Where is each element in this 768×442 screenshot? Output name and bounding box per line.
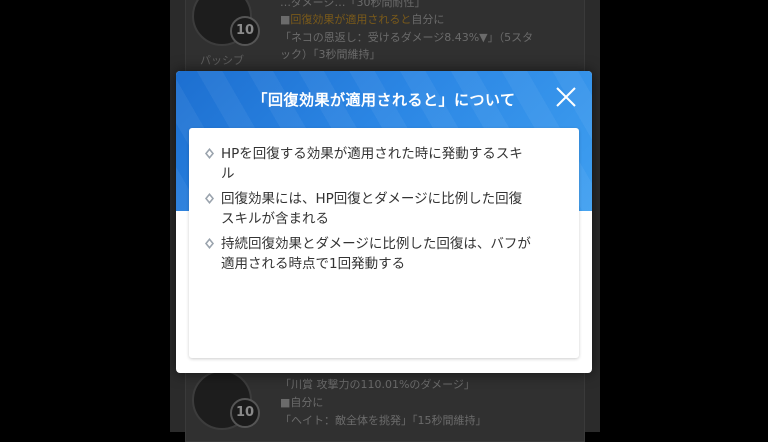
bg-text-line: 「川賞 攻撃力の110.01%のダメージ」: [280, 378, 475, 391]
level-badge-bottom: 10: [230, 398, 260, 428]
info-modal: 「回復効果が適用されると」について HPを回復する効果が適用された時に発動するス…: [176, 71, 592, 373]
list-item-line: HPを回復する効果が適用された時に発動するスキ: [221, 146, 523, 162]
list-item-line: スキルが含まれる: [221, 211, 329, 227]
list-item-line: 適用される時点で1回発動する: [221, 256, 406, 272]
passive-label: パッシブ: [200, 54, 244, 67]
list-item-line: 回復効果には、HP回復とダメージに比例した回復: [221, 191, 523, 207]
bg-text-line: …ダメージ…「30秒間耐性」: [280, 0, 426, 9]
modal-body: HPを回復する効果が適用された時に発動するスキ ル 回復効果には、HP回復とダメ…: [189, 128, 579, 358]
bg-text-line: ■回復効果が適用されると自分に: [280, 13, 445, 26]
bg-text-line: 「ヘイト：敵全体を挑発」「15秒間維持」: [280, 414, 487, 427]
diamond-bullet-icon: [205, 148, 214, 159]
close-icon: [556, 87, 576, 107]
list-item: HPを回復する効果が適用された時に発動するスキ ル: [205, 144, 563, 184]
bg-text-line: ■自分に: [280, 396, 324, 409]
list-item-line: 持続回復効果とダメージに比例した回復は、バフが: [221, 236, 531, 252]
diamond-bullet-icon: [205, 193, 214, 204]
close-button[interactable]: [554, 85, 578, 109]
description-list: HPを回復する効果が適用された時に発動するスキ ル 回復効果には、HP回復とダメ…: [189, 128, 579, 274]
modal-title: 「回復効果が適用されると」について: [252, 91, 516, 109]
bg-text-line: ック）「3秒間維持」: [280, 48, 381, 61]
list-item: 持続回復効果とダメージに比例した回復は、バフが 適用される時点で1回発動する: [205, 234, 563, 274]
list-item: 回復効果には、HP回復とダメージに比例した回復 スキルが含まれる: [205, 189, 563, 229]
level-badge-top: 10: [230, 16, 260, 46]
list-item-line: ル: [221, 166, 235, 182]
bg-text-line: 「ネコの恩返し：受けるダメージ8.43%▼」（5スタ: [280, 31, 534, 44]
diamond-bullet-icon: [205, 238, 214, 249]
